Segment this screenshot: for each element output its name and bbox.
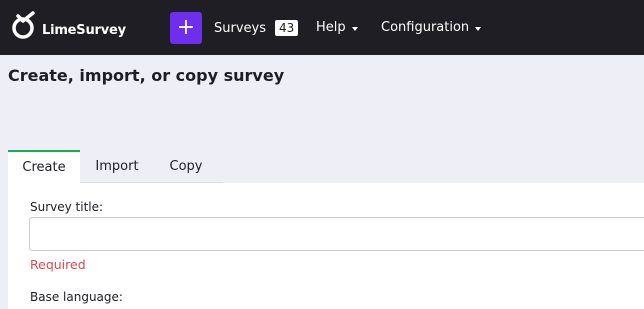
tab-import-label: Import <box>95 158 139 174</box>
nav-surveys[interactable]: Surveys 43 <box>214 20 299 36</box>
tab-create-label: Create <box>22 160 66 175</box>
limesurvey-logo-icon[interactable] <box>9 11 39 41</box>
survey-tabs: Create Import Copy <box>8 150 223 183</box>
nav-configuration-dropdown[interactable]: Configuration <box>381 20 482 35</box>
tab-copy[interactable]: Copy <box>154 150 223 183</box>
tab-copy-label: Copy <box>169 158 203 174</box>
brand-name[interactable]: LimeSurvey <box>42 23 126 38</box>
nav-help-dropdown[interactable]: Help <box>316 20 358 35</box>
page-title: Create, import, or copy survey <box>8 66 285 85</box>
plus-icon: + <box>176 15 196 40</box>
nav-configuration-label: Configuration <box>381 20 470 35</box>
survey-title-input[interactable] <box>29 217 644 251</box>
nav-surveys-label: Surveys <box>214 20 266 36</box>
tab-create[interactable]: Create <box>8 150 80 183</box>
create-survey-form: Survey title: Required Base language: <box>8 183 644 309</box>
nav-help-label: Help <box>316 20 346 35</box>
top-navbar: LimeSurvey + Surveys 43 Help Configurati… <box>0 0 644 55</box>
caret-down-icon <box>351 26 358 31</box>
required-error-text: Required <box>30 257 86 272</box>
caret-down-icon <box>475 26 482 31</box>
surveys-count-badge: 43 <box>275 20 299 36</box>
survey-title-label: Survey title: <box>30 200 104 214</box>
tab-import[interactable]: Import <box>80 150 154 183</box>
create-survey-button[interactable]: + <box>170 12 202 44</box>
base-language-label: Base language: <box>30 290 123 304</box>
